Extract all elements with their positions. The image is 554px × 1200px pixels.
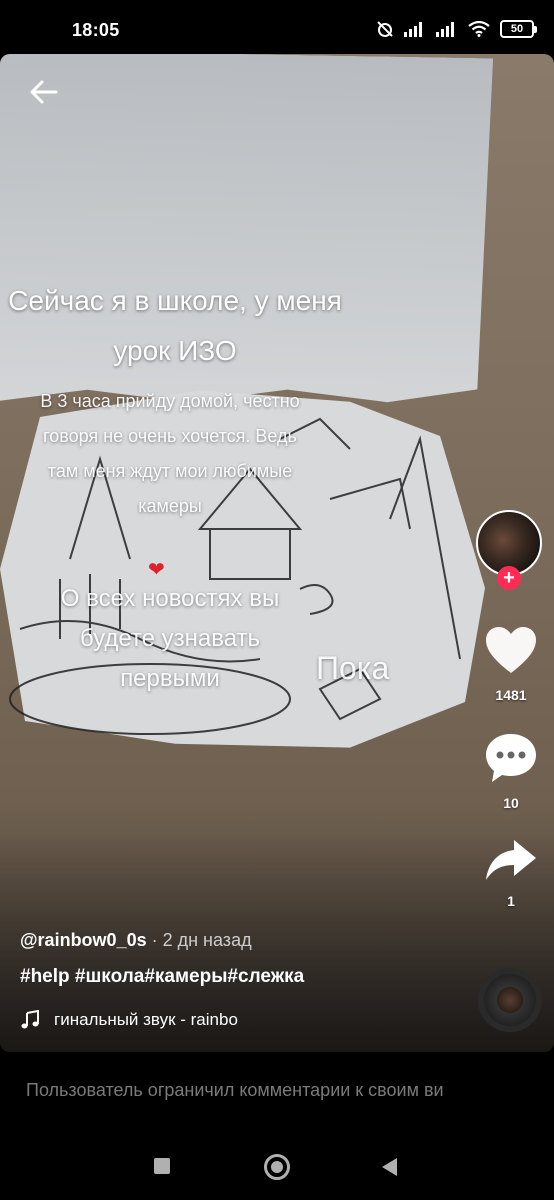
comment-button[interactable]: 10 — [484, 732, 538, 811]
hashtags[interactable]: #help #школа#камеры#слежка — [20, 966, 304, 988]
recents-button[interactable] — [154, 1158, 170, 1174]
alarm-off-icon — [377, 21, 393, 37]
back-button[interactable] — [382, 1158, 397, 1176]
sound-title: гинальный звук - rainbo — [54, 1010, 238, 1029]
signal-icon — [404, 22, 422, 37]
post-time: · 2 дн назад — [146, 930, 252, 950]
wifi-icon — [468, 21, 490, 37]
status-icons: 50 — [376, 20, 537, 38]
comment-count: 10 — [503, 795, 519, 811]
back-arrow-icon[interactable] — [26, 74, 62, 110]
home-button[interactable] — [264, 1154, 290, 1180]
heart-icon — [486, 627, 536, 673]
comment-icon — [486, 734, 536, 782]
share-arrow-icon — [486, 840, 536, 880]
author-username[interactable]: @rainbow0_0s — [20, 930, 147, 950]
video-subtext-2: О всех новостях вы будете узнавать первы… — [60, 585, 280, 692]
music-note-icon — [21, 1010, 39, 1029]
status-time: 18:05 — [72, 20, 120, 40]
system-nav-bar — [0, 1132, 554, 1200]
share-count: 1 — [507, 893, 515, 909]
like-count: 1481 — [495, 687, 527, 703]
video-player[interactable]: Сейчас я в школе, у меня урок ИЗО В 3 ча… — [0, 54, 554, 1052]
video-subtext: В 3 часа прийду домой, честно говоря не … — [40, 391, 300, 516]
follow-plus-button[interactable]: + — [497, 566, 521, 590]
video-bye-text: Пока — [316, 650, 390, 686]
video-headline: Сейчас я в школе, у меня урок ИЗО — [8, 285, 342, 366]
signal-icon — [436, 22, 454, 37]
like-button[interactable]: 1481 — [484, 626, 538, 703]
battery-icon: 50 — [500, 20, 537, 38]
comments-disabled-notice: Пользователь ограничил комментарии к сво… — [0, 1052, 554, 1132]
author-line[interactable]: @rainbow0_0s · 2 дн назад — [20, 930, 252, 951]
share-button[interactable]: 1 — [484, 838, 538, 909]
music-disc[interactable] — [478, 968, 542, 1032]
sound-link[interactable]: гинальный звук - rainbo — [20, 1010, 238, 1030]
